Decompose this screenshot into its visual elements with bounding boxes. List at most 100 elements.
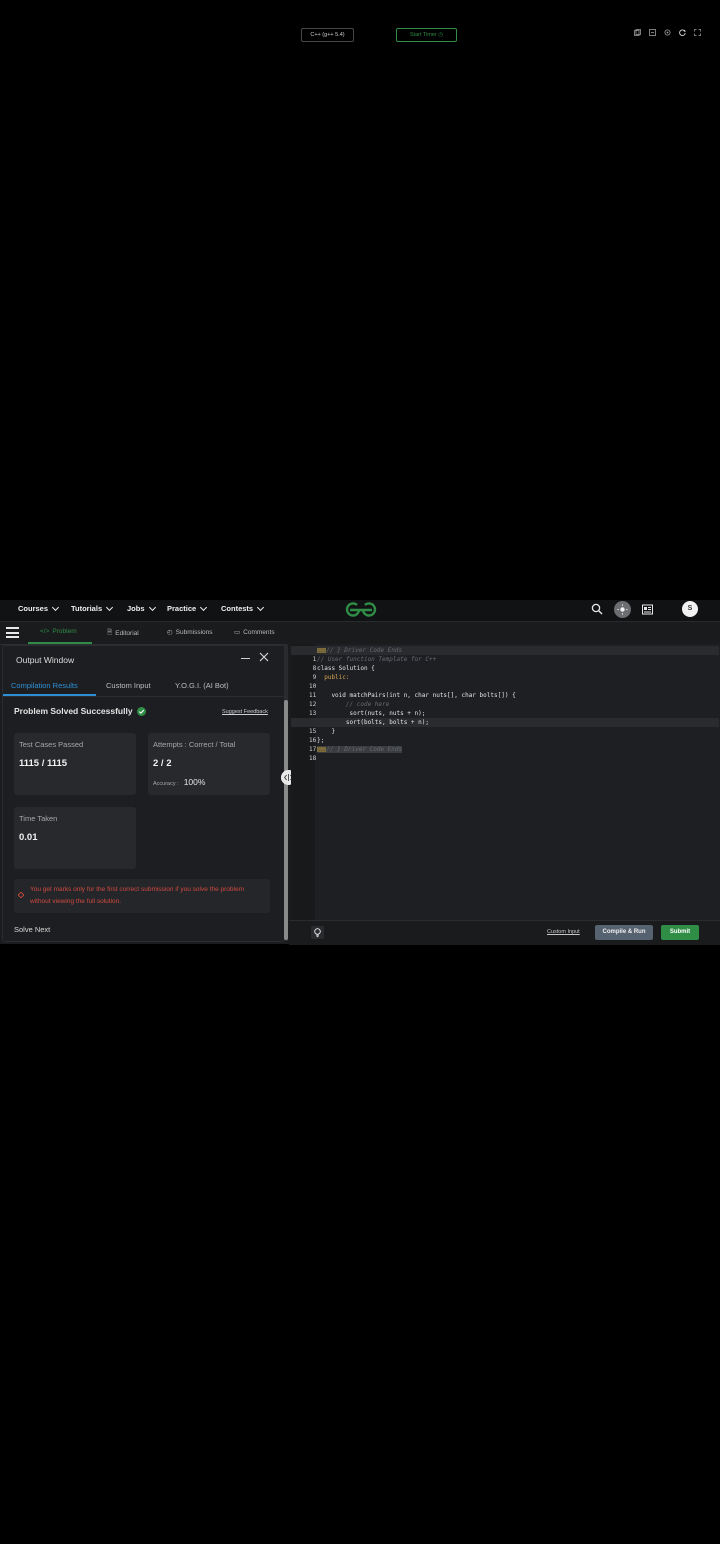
code-line: 17 };	[291, 736, 324, 753]
comment-icon: ▭	[234, 629, 241, 636]
notice-text: You get marks only for the first correct…	[30, 886, 244, 905]
clock-icon: ◴	[167, 629, 173, 636]
editor-toolbar	[289, 622, 720, 644]
marks-notice: You get marks only for the first correct…	[14, 879, 270, 913]
code-line: 8 // User function Template for C++	[291, 655, 437, 672]
minimize-icon[interactable]	[241, 658, 250, 660]
editor-bottom-bar	[289, 920, 720, 945]
attempts-label: Attempts : Correct / Total	[153, 740, 236, 749]
code-line: 14 sort(nuts, nuts + n);	[291, 709, 425, 726]
active-tab-indicator	[28, 642, 92, 644]
tab-problem-label: Problem	[52, 628, 77, 635]
code-text: sort(bolts, bolts + n);	[317, 719, 429, 726]
nav-practice-label: Practice	[167, 604, 197, 613]
scrollbar-thumb[interactable]	[284, 700, 288, 940]
code-text: }	[317, 728, 336, 735]
code-text: };	[317, 737, 325, 744]
tab-editorial-label: Editorial	[115, 630, 139, 637]
document-icon: 🗎	[107, 629, 113, 636]
menu-icon[interactable]	[6, 627, 19, 638]
code-text: // User function Template for C++	[317, 656, 437, 663]
output-window-title: Output Window	[16, 655, 75, 665]
output-window: Output Window Compilation Results Custom…	[2, 645, 285, 942]
tab-comments[interactable]: ▭ Comments	[234, 628, 275, 637]
search-icon[interactable]	[591, 603, 603, 615]
code-text: class Solution {	[317, 665, 375, 672]
warning-icon	[18, 892, 24, 898]
start-timer-button[interactable]: Start Timer ◷	[396, 28, 457, 42]
tab-comments-label: Comments	[243, 628, 275, 636]
accuracy-label: Accuracy :	[153, 781, 179, 787]
code-line: 18 ...// } Driver Code Ends	[291, 745, 403, 762]
nav-tutorials-label: Tutorials	[71, 604, 103, 613]
code-text: // code here	[317, 701, 390, 708]
code-line: 15 sort(bolts, bolts + n);	[291, 718, 719, 735]
nav-tutorials[interactable]: Tutorials	[71, 603, 114, 613]
copy-icon[interactable]	[634, 29, 641, 36]
code-line: 1 ...// } Driver Code Ends	[291, 646, 719, 663]
theme-toggle-icon[interactable]	[614, 601, 631, 618]
test-cases-value: 1115 / 1115	[19, 758, 68, 769]
avatar[interactable]: S	[682, 601, 698, 617]
nav-jobs[interactable]: Jobs	[127, 603, 156, 613]
code-line: 13 // code here	[291, 700, 389, 717]
nav-courses[interactable]: Courses	[18, 603, 60, 613]
code-line: 16 }	[291, 727, 335, 744]
fold-badge[interactable]: ...	[317, 747, 327, 752]
custom-input-link[interactable]: Custom Input	[547, 929, 580, 935]
nav-contests[interactable]: Contests	[221, 603, 265, 613]
language-select[interactable]: C++ (g++ 5.4)	[301, 28, 354, 42]
lightbulb-icon[interactable]	[311, 926, 324, 939]
timer-icon: ◷	[438, 32, 444, 38]
status-message: Problem Solved Successfully	[14, 706, 146, 716]
news-icon[interactable]	[642, 604, 653, 615]
code-line: 10 public:	[291, 673, 350, 690]
attempts-card: Attempts : Correct / Total 2 / 2 Accurac…	[148, 733, 270, 795]
chevron-down-icon	[51, 603, 60, 611]
nav-jobs-label: Jobs	[127, 604, 145, 613]
code-text: public:	[317, 674, 350, 681]
code-text: sort(nuts, nuts + n);	[317, 710, 426, 717]
start-timer-label: Start Timer	[409, 32, 437, 38]
problem-tabbar: </> Problem 🗎 Editorial ◴ Submissions ▭ Comm…	[0, 622, 287, 645]
tab-custom-input[interactable]: Custom Input	[106, 681, 151, 690]
fold-badge[interactable]: ...	[317, 648, 327, 653]
time-taken-value: 0.01	[19, 832, 38, 843]
check-circle-icon	[136, 706, 146, 716]
nav-courses-label: Courses	[18, 604, 49, 613]
compile-run-button[interactable]: Compile & Run	[595, 925, 653, 940]
file-icon[interactable]	[649, 29, 656, 36]
time-taken-label: Time Taken	[19, 814, 58, 823]
tab-problem[interactable]: </> Problem	[40, 628, 77, 635]
chevron-down-icon	[257, 603, 265, 611]
chevron-down-icon	[148, 603, 156, 611]
tab-editorial[interactable]: 🗎 Editorial	[107, 628, 139, 639]
close-icon[interactable]	[258, 651, 270, 663]
tab-submissions[interactable]: ◴ Submissions	[167, 628, 213, 637]
code-text: // } Driver Code Ends	[326, 647, 403, 654]
code-editor[interactable]	[291, 644, 720, 920]
code-text: // } Driver Code Ends	[326, 746, 403, 753]
tab-yogi-ai-bot[interactable]: Y.O.G.I. (AI Bot)	[175, 681, 229, 690]
code-line: 9 class Solution {	[291, 664, 375, 681]
suggest-feedback-link[interactable]: Suggest Feedback	[222, 709, 268, 715]
solve-next-heading: Solve Next	[14, 925, 51, 934]
submit-button[interactable]: Submit	[661, 925, 699, 940]
fullscreen-icon[interactable]	[694, 29, 701, 36]
nav-practice[interactable]: Practice	[167, 603, 208, 613]
time-taken-card: Time Taken 0.01	[14, 807, 136, 869]
attempts-value: 2 / 2	[153, 758, 172, 769]
test-cases-card: Test Cases Passed 1115 / 1115	[14, 733, 136, 795]
settings-icon[interactable]	[664, 29, 671, 36]
accuracy: Accuracy : 100%	[153, 777, 205, 787]
accuracy-value: 100%	[183, 777, 206, 787]
code-text: void matchPairs(int n, char nuts[], char…	[317, 692, 516, 699]
reset-icon[interactable]	[679, 29, 686, 36]
output-tabs: Compilation Results Custom Input Y.O.G.I…	[3, 674, 284, 697]
chevron-down-icon	[106, 603, 114, 611]
active-output-tab-indicator	[3, 694, 96, 696]
line-number: 18	[309, 755, 317, 762]
tab-compilation-results[interactable]: Compilation Results	[11, 681, 78, 690]
gfg-logo-icon[interactable]	[343, 601, 379, 619]
code-icon: </>	[40, 628, 50, 635]
